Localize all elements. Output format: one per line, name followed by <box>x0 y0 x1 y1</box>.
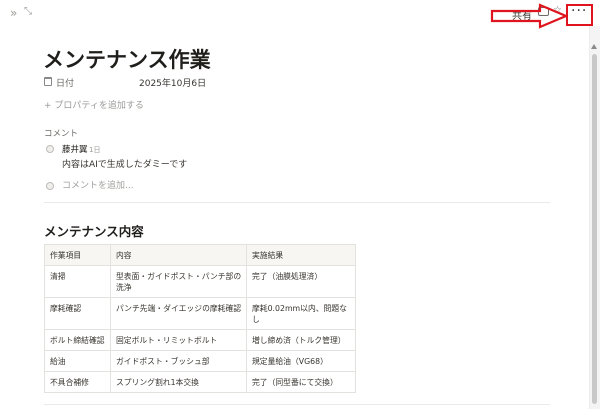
table-row: 給油 ガイドポスト・ブッシュ部 規定量給油（VG68） <box>44 350 356 372</box>
table-cell[interactable]: ボルト締結確認 <box>44 329 111 351</box>
comments-label: コメント <box>44 129 79 139</box>
table-row: 清掃 型表面・ガイドポスト・パンチ部の洗浄 完了（油膜処理済） <box>44 265 356 298</box>
table-cell[interactable]: パンチ先端・ダイエッジの摩耗確認 <box>110 297 247 330</box>
property-value[interactable]: 2025年10月6日 <box>139 76 206 89</box>
table-cell[interactable]: 固定ボルト・リミットボルト <box>110 329 247 351</box>
table-cell[interactable]: 完了（油膜処理済） <box>246 265 356 298</box>
scrollbar-thumb[interactable] <box>592 54 597 404</box>
add-property-button[interactable]: + プロパティを追加する <box>44 98 144 111</box>
column-header-content[interactable]: 内容 <box>110 244 247 266</box>
annotation-arrow <box>490 3 568 29</box>
property-row-date[interactable]: 日付 2025年10月6日 <box>44 76 344 90</box>
expand-arrows-icon[interactable]: ⤡ <box>24 6 32 17</box>
comment-input[interactable] <box>60 178 260 193</box>
property-name: 日付 <box>56 79 75 89</box>
table-row: ボルト締結確認 固定ボルト・リミットボルト 増し締め済（トルク管理） <box>44 329 356 351</box>
calendar-icon <box>44 77 52 86</box>
table-cell[interactable]: 完了（同型番にて交換） <box>246 371 356 393</box>
scroll-up-arrow-icon[interactable] <box>591 44 597 49</box>
table-cell[interactable]: 不具合補修 <box>44 371 111 393</box>
maintenance-table: 作業項目 内容 実施結果 清掃 型表面・ガイドポスト・パンチ部の洗浄 完了（油膜… <box>44 244 356 393</box>
table-cell[interactable]: 増し締め済（トルク管理） <box>246 329 356 351</box>
divider <box>44 404 550 405</box>
comment-body: 内容はAIで生成したダミーです <box>62 160 188 170</box>
annotation-highlight-box <box>566 4 593 26</box>
table-cell[interactable]: 清掃 <box>44 265 111 298</box>
table-row: 摩耗確認 パンチ先端・ダイエッジの摩耗確認 摩耗0.02mm以内、問題なし <box>44 297 356 330</box>
section-heading[interactable]: メンテナンス内容 <box>44 221 144 240</box>
table-cell[interactable]: 規定量給油（VG68） <box>246 350 356 372</box>
column-header-item[interactable]: 作業項目 <box>44 244 111 266</box>
table-cell[interactable]: ガイドポスト・ブッシュ部 <box>110 350 247 372</box>
table-header-row: 作業項目 内容 実施結果 <box>44 244 356 266</box>
table-cell[interactable]: 摩耗0.02mm以内、問題なし <box>246 297 356 330</box>
double-chevron-right-icon[interactable]: » <box>10 6 17 20</box>
comment-author[interactable]: 藤井翼 <box>62 143 88 155</box>
column-header-result[interactable]: 実施結果 <box>246 244 356 266</box>
table-cell[interactable]: 給油 <box>44 350 111 372</box>
avatar <box>46 182 54 190</box>
page-title[interactable]: メンテナンス作業 <box>43 44 211 74</box>
divider <box>44 202 550 203</box>
table-row: 不具合補修 スプリング割れ1本交換 完了（同型番にて交換） <box>44 371 356 393</box>
comment-time: 1日 <box>89 146 101 154</box>
table-cell[interactable]: スプリング割れ1本交換 <box>110 371 247 393</box>
table-cell[interactable]: 摩耗確認 <box>44 297 111 330</box>
table-cell[interactable]: 型表面・ガイドポスト・パンチ部の洗浄 <box>110 265 247 298</box>
avatar <box>46 145 54 153</box>
